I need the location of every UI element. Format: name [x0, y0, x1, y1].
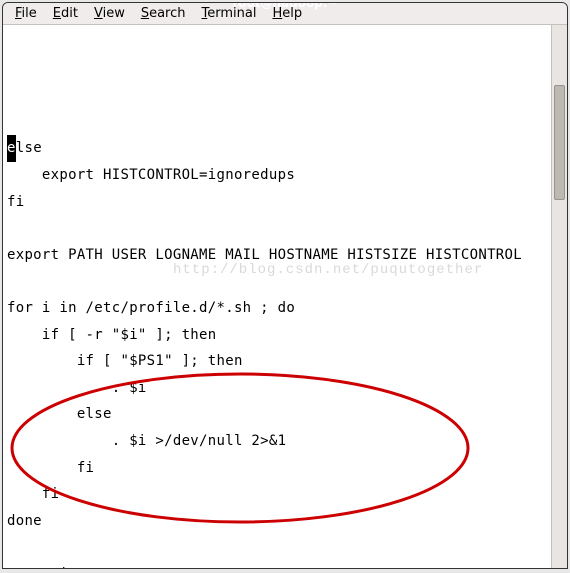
terminal-line: unset i [7, 566, 68, 569]
terminal-line: export HISTCONTROL=ignoredups [7, 167, 295, 183]
terminal-window: root@hadoop:~ _ □ × File Edit View Searc… [2, 2, 568, 569]
scrollbar[interactable] [551, 25, 567, 569]
window-controls: _ □ × [503, 2, 563, 10]
terminal-line: fi [7, 460, 94, 476]
minimize-button[interactable]: _ [503, 2, 519, 10]
terminal-line: fi [7, 194, 24, 210]
maximize-button[interactable]: □ [525, 2, 541, 10]
menu-file[interactable]: File [7, 3, 45, 24]
terminal-line: . $i [7, 380, 147, 396]
close-button[interactable]: × [547, 2, 563, 10]
terminal-content[interactable]: http://blog.csdn.net/puqutogether else e… [3, 25, 551, 569]
window-title: root@hadoop:~ [232, 2, 337, 10]
terminal-line: for i in /etc/profile.d/*.sh ; do [7, 300, 295, 316]
menu-view[interactable]: View [86, 3, 133, 24]
terminal-area: http://blog.csdn.net/puqutogether else e… [3, 25, 567, 569]
terminal-line: done [7, 513, 42, 529]
terminal-line: fi [7, 486, 59, 502]
menu-search[interactable]: Search [133, 3, 194, 24]
terminal-line: if [ "$PS1" ]; then [7, 353, 243, 369]
terminal-line: export PATH USER LOGNAME MAIL HOSTNAME H… [7, 247, 522, 263]
terminal-line: . $i >/dev/null 2>&1 [7, 433, 286, 449]
terminal-text: else export HISTCONTROL=ignoredups fi ex… [7, 135, 545, 569]
terminal-line: else [7, 406, 112, 422]
terminal-line: if [ -r "$i" ]; then [7, 327, 217, 343]
cursor: e [7, 135, 16, 162]
scrollbar-thumb[interactable] [554, 85, 565, 200]
line-0-rest: lse [16, 140, 42, 156]
menu-edit[interactable]: Edit [45, 3, 86, 24]
